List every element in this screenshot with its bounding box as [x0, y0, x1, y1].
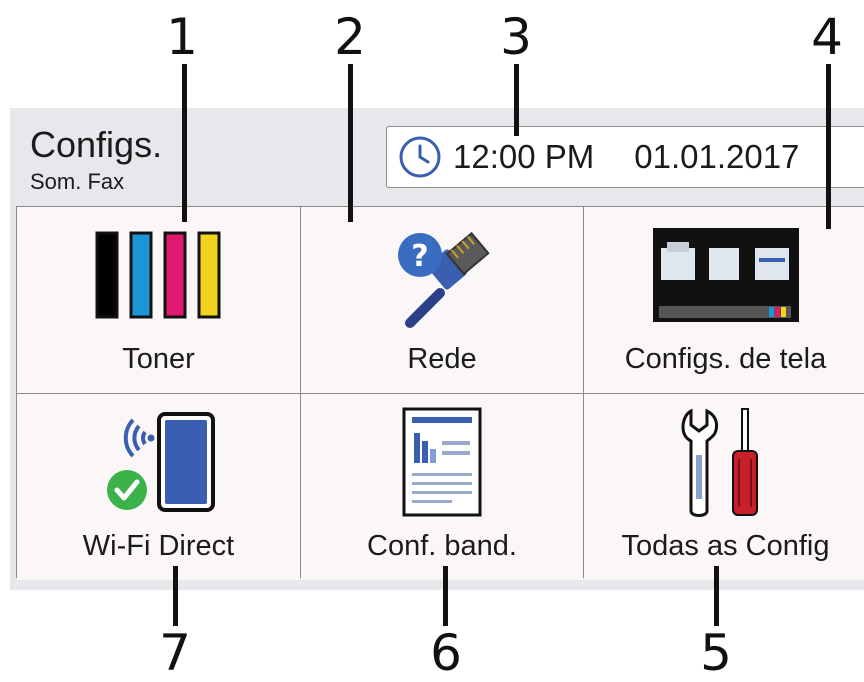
all-settings-button[interactable]: Todas as Config — [584, 394, 864, 580]
network-icon: ? — [301, 221, 583, 331]
wifi-direct-button[interactable]: Wi-Fi Direct — [17, 394, 300, 580]
leader-line-2 — [348, 64, 353, 222]
screen-settings-button[interactable]: Configs. de tela — [584, 207, 864, 393]
settings-grid: Toner ? Rede Configs. de tela Wi-Fi Dire… — [16, 206, 864, 580]
fax-mode-status: Som. Fax — [30, 169, 125, 194]
leader-line-3 — [514, 64, 519, 136]
toner-button[interactable]: Toner — [17, 207, 300, 393]
callout-3: 3 — [500, 8, 532, 66]
tray-settings-icon — [301, 407, 583, 518]
all-settings-icon — [584, 408, 864, 518]
all-settings-label: Todas as Config — [621, 530, 830, 562]
network-button[interactable]: ? Rede — [301, 207, 583, 393]
callout-7: 7 — [159, 624, 191, 682]
wifi-direct-icon — [17, 408, 300, 518]
toner-icon — [17, 221, 300, 331]
callout-4: 4 — [811, 8, 843, 66]
leader-line-7 — [173, 566, 178, 626]
screen-settings-label: Configs. de tela — [624, 343, 827, 375]
network-label: Rede — [407, 343, 477, 375]
screen-settings-icon — [584, 221, 864, 331]
tray-settings-button[interactable]: Conf. band. — [301, 394, 583, 580]
date-time-display[interactable]: 12:00 PM 01.01.2017 — [386, 126, 864, 188]
wifi-direct-label: Wi-Fi Direct — [82, 530, 235, 562]
leader-line-4 — [826, 64, 831, 229]
callout-1: 1 — [166, 8, 198, 66]
callout-6: 6 — [430, 624, 462, 682]
callout-2: 2 — [334, 8, 366, 66]
leader-line-6 — [443, 566, 448, 626]
svg-text:?: ? — [411, 239, 428, 274]
leader-line-1 — [182, 64, 187, 222]
time-text: 12:00 PM — [453, 138, 595, 175]
toner-label: Toner — [122, 343, 195, 375]
screen-title: Configs. — [30, 124, 163, 165]
lcd-screen: Configs. Som. Fax 12:00 PM 01.01.2017 To… — [10, 108, 864, 590]
date-text: 01.01.2017 — [634, 138, 800, 175]
callout-5: 5 — [700, 624, 732, 682]
leader-line-5 — [714, 566, 719, 626]
clock-icon — [397, 133, 445, 181]
tray-settings-label: Conf. band. — [367, 530, 517, 562]
